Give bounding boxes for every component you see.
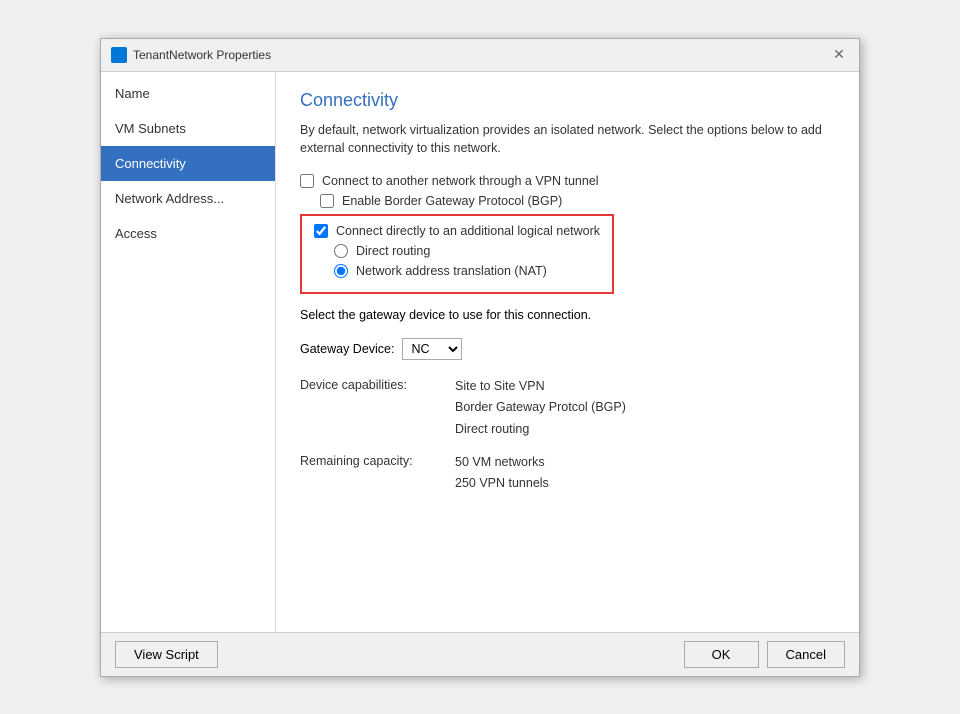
sidebar-item-network-address[interactable]: Network Address... <box>101 181 275 216</box>
dialog-body: Name VM Subnets Connectivity Network Add… <box>101 72 859 632</box>
bgp-option-row: Enable Border Gateway Protocol (BGP) <box>320 194 835 208</box>
capability-1: Site to Site VPN <box>455 376 626 397</box>
description-text: By default, network virtualization provi… <box>300 121 835 159</box>
title-bar: TenantNetwork Properties ✕ <box>101 39 859 72</box>
vpn-checkbox-label[interactable]: Connect to another network through a VPN… <box>322 174 599 188</box>
footer-left: View Script <box>115 641 218 668</box>
remaining-values: 50 VM networks 250 VPN tunnels <box>455 452 549 495</box>
direct-routing-radio[interactable] <box>334 244 348 258</box>
gateway-description: Select the gateway device to use for thi… <box>300 308 591 322</box>
view-script-button[interactable]: View Script <box>115 641 218 668</box>
gateway-row: Select the gateway device to use for thi… <box>300 308 835 322</box>
dialog-footer: View Script OK Cancel <box>101 632 859 676</box>
cancel-button[interactable]: Cancel <box>767 641 845 668</box>
vpn-checkbox[interactable] <box>300 174 314 188</box>
remaining-section: Remaining capacity: 50 VM networks 250 V… <box>300 452 835 495</box>
capability-2: Border Gateway Protcol (BGP) <box>455 397 626 418</box>
title-bar-text: TenantNetwork Properties <box>133 48 271 62</box>
direct-connect-checkbox[interactable] <box>314 224 328 238</box>
capabilities-section: Device capabilities: Site to Site VPN Bo… <box>300 376 835 440</box>
vpn-option-row: Connect to another network through a VPN… <box>300 174 835 188</box>
app-icon <box>111 47 127 63</box>
remaining-label: Remaining capacity: <box>300 452 455 495</box>
sidebar-item-access[interactable]: Access <box>101 216 275 251</box>
remaining-1: 50 VM networks <box>455 452 549 473</box>
dialog-window: TenantNetwork Properties ✕ Name VM Subne… <box>100 38 860 677</box>
direct-routing-option-row: Direct routing <box>334 244 600 258</box>
capabilities-values: Site to Site VPN Border Gateway Protcol … <box>455 376 626 440</box>
bgp-checkbox[interactable] <box>320 194 334 208</box>
direct-routing-label[interactable]: Direct routing <box>356 244 430 258</box>
section-title: Connectivity <box>300 90 835 111</box>
highlight-box: Connect directly to an additional logica… <box>300 214 614 294</box>
main-content: Connectivity By default, network virtual… <box>276 72 859 632</box>
direct-connect-option-row: Connect directly to an additional logica… <box>314 224 600 238</box>
footer-right: OK Cancel <box>684 641 845 668</box>
nat-option-row: Network address translation (NAT) <box>334 264 600 278</box>
sidebar: Name VM Subnets Connectivity Network Add… <box>101 72 276 632</box>
bgp-checkbox-label[interactable]: Enable Border Gateway Protocol (BGP) <box>342 194 562 208</box>
gateway-device-row: Gateway Device: NC <box>300 338 835 360</box>
direct-connect-label[interactable]: Connect directly to an additional logica… <box>336 224 600 238</box>
close-button[interactable]: ✕ <box>829 45 849 65</box>
nat-radio[interactable] <box>334 264 348 278</box>
gateway-device-label: Gateway Device: <box>300 342 394 356</box>
gateway-device-select[interactable]: NC <box>402 338 462 360</box>
sidebar-item-name[interactable]: Name <box>101 76 275 111</box>
sidebar-item-connectivity[interactable]: Connectivity <box>101 146 275 181</box>
remaining-2: 250 VPN tunnels <box>455 473 549 494</box>
sidebar-item-vm-subnets[interactable]: VM Subnets <box>101 111 275 146</box>
ok-button[interactable]: OK <box>684 641 759 668</box>
capability-3: Direct routing <box>455 419 626 440</box>
title-bar-left: TenantNetwork Properties <box>111 47 271 63</box>
nat-label[interactable]: Network address translation (NAT) <box>356 264 547 278</box>
capabilities-label: Device capabilities: <box>300 376 455 440</box>
